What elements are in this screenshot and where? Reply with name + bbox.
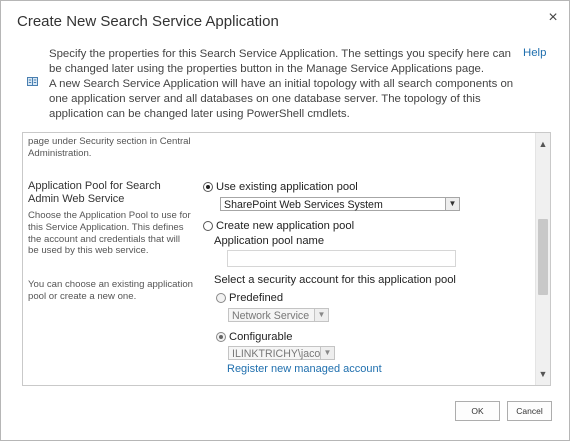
app-pool-description: Choose the Application Pool to use for t… xyxy=(28,210,191,257)
use-existing-radio[interactable] xyxy=(203,182,213,192)
chevron-down-icon: ▼ xyxy=(445,198,459,210)
intro-paragraph-2: A new Search Service Application will ha… xyxy=(49,78,514,120)
predefined-account-select[interactable]: Network Service ▼ xyxy=(228,308,329,322)
configurable-account-select[interactable]: ILINKTRICHY\jacob ▼ xyxy=(228,346,335,360)
create-new-label: Create new application pool xyxy=(216,220,355,232)
security-account-label: Select a security account for this appli… xyxy=(214,274,456,286)
configurable-label: Configurable xyxy=(229,331,293,343)
book-icon xyxy=(27,77,38,86)
chevron-down-icon: ▼ xyxy=(320,347,334,359)
dialog-title: Create New Search Service Application xyxy=(17,13,279,30)
cancel-button[interactable]: Cancel xyxy=(507,401,552,421)
close-icon[interactable]: × xyxy=(544,9,562,27)
use-existing-pool-option[interactable]: Use existing application pool xyxy=(203,181,358,193)
pool-name-input[interactable] xyxy=(227,250,456,267)
previous-section-description: page under Security section in Central A… xyxy=(28,136,191,159)
app-pool-section-title: Application Pool for Search Admin Web Se… xyxy=(28,180,161,205)
create-search-service-dialog: Create New Search Service Application × … xyxy=(0,0,570,441)
settings-scroll-panel[interactable]: page under Security section in Central A… xyxy=(22,132,551,386)
intro-text: Specify the properties for this Search S… xyxy=(49,47,517,122)
intro-paragraph-1: Specify the properties for this Search S… xyxy=(49,48,511,75)
configurable-option[interactable]: Configurable xyxy=(216,331,292,343)
create-new-radio[interactable] xyxy=(203,221,213,231)
predefined-option[interactable]: Predefined xyxy=(216,292,283,304)
register-managed-account-link[interactable]: Register new managed account xyxy=(227,363,382,375)
ok-button[interactable]: OK xyxy=(455,401,500,421)
scrollbar-thumb[interactable] xyxy=(538,219,548,295)
configurable-radio[interactable] xyxy=(216,332,226,342)
predefined-label: Predefined xyxy=(229,292,284,304)
configurable-account-value: ILINKTRICHY\jacob xyxy=(232,348,327,360)
chevron-down-icon: ▼ xyxy=(314,309,328,321)
chevron-down-icon[interactable]: ▼ xyxy=(536,367,550,381)
existing-pool-select[interactable]: SharePoint Web Services System ▼ xyxy=(220,197,460,211)
predefined-account-value: Network Service xyxy=(232,310,310,322)
chevron-up-icon[interactable]: ▲ xyxy=(536,137,550,151)
use-existing-label: Use existing application pool xyxy=(216,181,358,193)
app-pool-description-2: You can choose an existing application p… xyxy=(28,279,193,302)
create-new-pool-option[interactable]: Create new application pool xyxy=(203,220,354,232)
existing-pool-value: SharePoint Web Services System xyxy=(224,199,383,211)
vertical-scrollbar[interactable]: ▲ ▼ xyxy=(535,133,550,385)
predefined-radio[interactable] xyxy=(216,293,226,303)
help-link[interactable]: Help xyxy=(523,47,546,59)
pool-name-label: Application pool name xyxy=(214,235,325,247)
